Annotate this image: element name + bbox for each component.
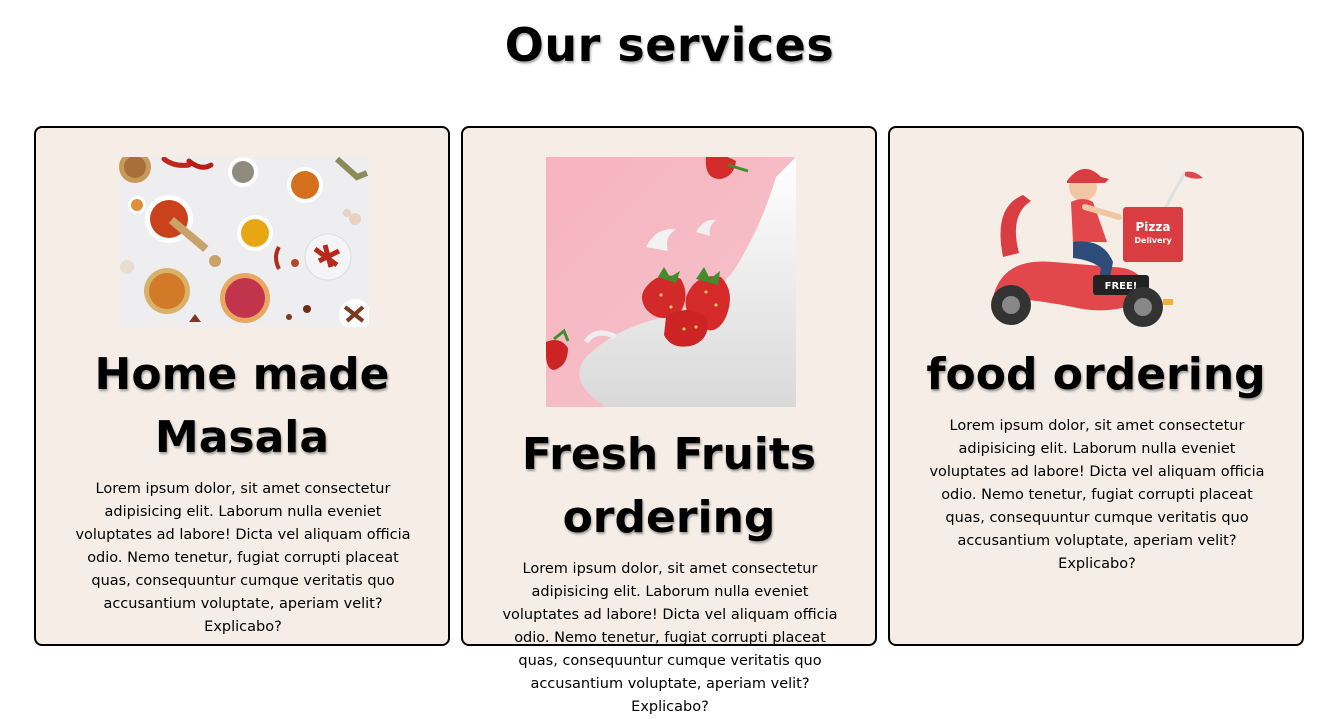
box-label-pizza: Pizza: [1136, 220, 1171, 234]
service-card-food: Pizza Delivery FREE! food ordering Lorem…: [888, 126, 1304, 646]
card-title: food ordering: [926, 349, 1266, 400]
card-description: Lorem ipsum dolor, sit amet consectetur …: [502, 561, 838, 715]
service-card-masala: Home made Masala Lorem ipsum dolor, sit …: [34, 126, 450, 646]
pizza-delivery-scooter-image: Pizza Delivery FREE!: [973, 157, 1223, 327]
page-title: Our services: [504, 18, 835, 72]
card-title: Home made Masala: [94, 349, 390, 463]
box-label-delivery: Delivery: [1134, 236, 1172, 245]
service-card-fruits: Fresh Fruits ordering Lorem ipsum dolor,…: [461, 126, 877, 715]
spices-bowls-image: [119, 157, 369, 327]
card-description: Lorem ipsum dolor, sit amet consectetur …: [75, 481, 411, 635]
card-title: Fresh Fruits ordering: [521, 429, 817, 543]
card-description: Lorem ipsum dolor, sit amet consectetur …: [929, 418, 1265, 572]
strawberries-milk-splash-image: [546, 157, 796, 407]
